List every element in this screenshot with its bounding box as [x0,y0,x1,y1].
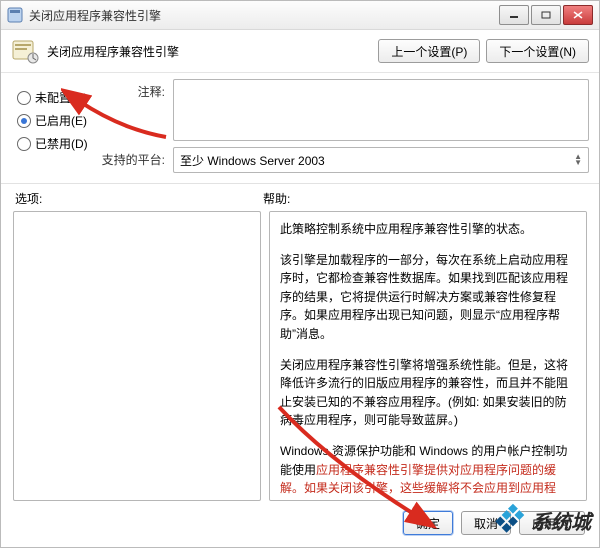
radio-label: 未配置(C) [35,89,88,106]
ok-button[interactable]: 确定 [403,511,453,535]
comment-label: 注释: [101,79,165,100]
watermark-text: 系统城 [531,506,591,535]
options-pane [13,211,261,501]
help-pane[interactable]: 此策略控制系统中应用程序兼容性引擎的状态。 该引擎是加载程序的一部分，每次在系统… [269,211,587,501]
help-text: 该引擎是加载程序的一部分，每次在系统上启动应用程序时，它都检查兼容性数据库。如果… [280,251,576,344]
previous-setting-button[interactable]: 上一个设置(P) [378,39,480,63]
platform-value: 至少 Windows Server 2003 [180,152,325,169]
help-text: 关闭应用程序兼容性引擎将增强系统性能。但是，这将降低许多流行的旧版应用程序的兼容… [280,356,576,430]
app-icon [7,7,23,23]
radio-dot-icon [17,137,31,151]
window-close-button[interactable] [563,5,593,25]
watermark-logo-icon [491,503,525,537]
radio-disabled[interactable]: 已禁用(D) [17,135,101,152]
divider [1,183,599,184]
header-title: 关闭应用程序兼容性引擎 [47,43,378,60]
radio-not-configured[interactable]: 未配置(C) [17,89,101,106]
spinner-icon[interactable]: ▲▼ [574,154,582,166]
state-radio-group: 未配置(C) 已启用(E) 已禁用(D) [17,79,101,173]
radio-label: 已启用(E) [35,112,87,129]
header: 关闭应用程序兼容性引擎 上一个设置(P) 下一个设置(N) [1,30,599,73]
help-text: Windows 资源保护功能和 Windows 的用户帐户控制功能使用应用程序兼… [280,442,576,501]
radio-dot-icon [17,114,31,128]
help-text: 此策略控制系统中应用程序兼容性引擎的状态。 [280,220,576,239]
supported-platform-box: 至少 Windows Server 2003 ▲▼ [173,147,589,173]
platform-label: 支持的平台: [101,147,165,168]
radio-label: 已禁用(D) [35,135,88,152]
next-setting-button[interactable]: 下一个设置(N) [486,39,589,63]
titlebar: 关闭应用程序兼容性引擎 [1,1,599,30]
column-headers: 选项: 帮助: [1,188,599,211]
window-maximize-button[interactable] [531,5,561,25]
window-title: 关闭应用程序兼容性引擎 [29,7,499,24]
policy-icon [11,38,39,64]
help-heading: 帮助: [263,190,585,207]
radio-dot-icon [17,91,31,105]
options-heading: 选项: [15,190,263,207]
watermark: 系统城 [491,503,591,537]
window-minimize-button[interactable] [499,5,529,25]
comment-textarea[interactable] [173,79,589,141]
radio-enabled[interactable]: 已启用(E) [17,112,101,129]
